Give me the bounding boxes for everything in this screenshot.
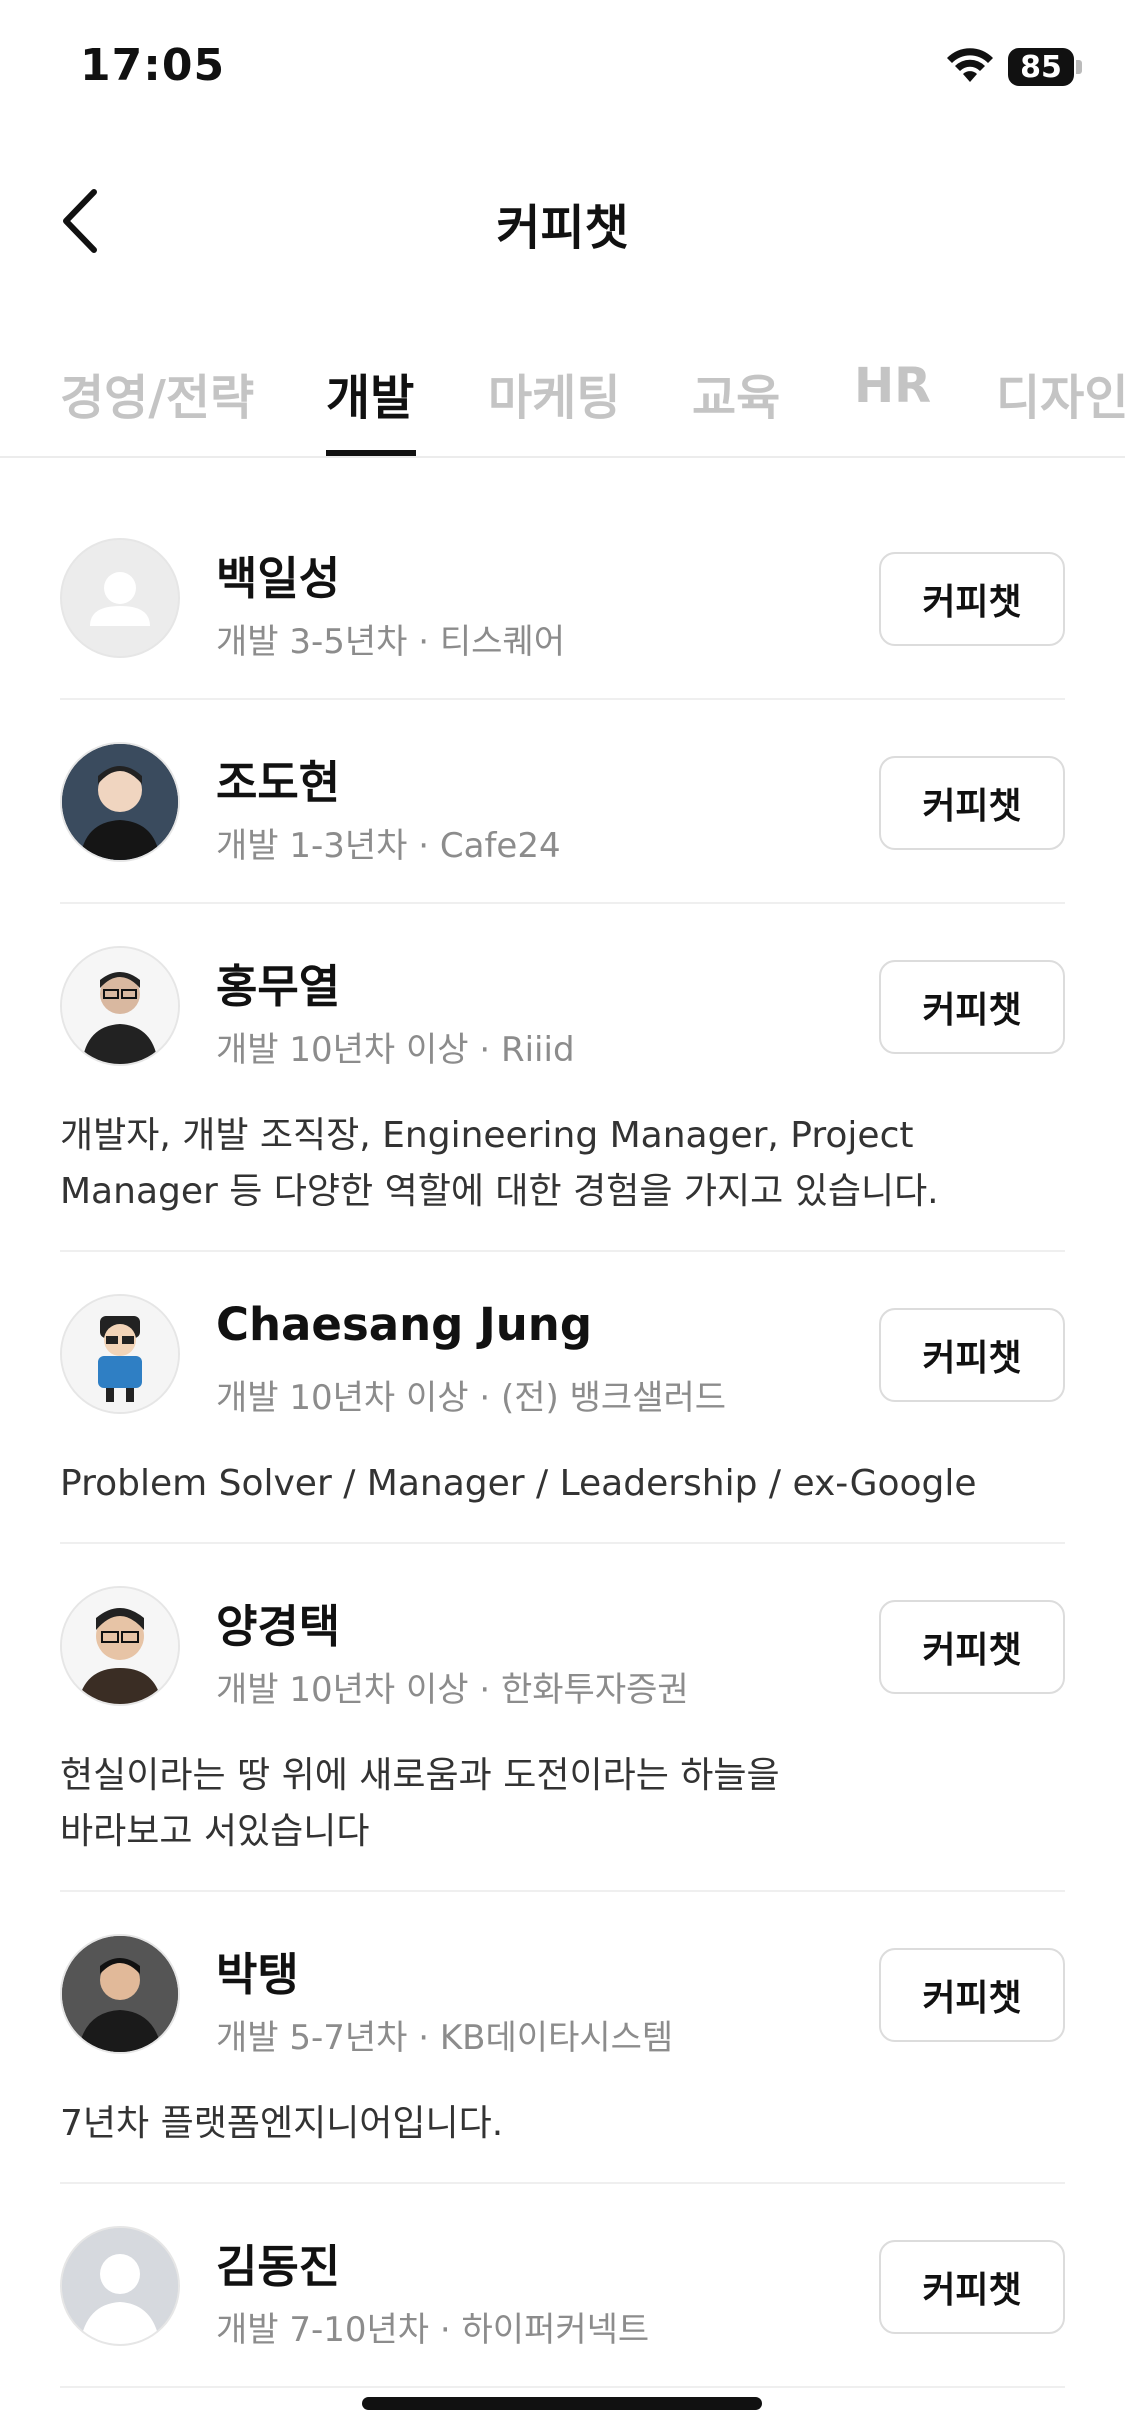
profile-photo-icon bbox=[62, 1936, 178, 2052]
default-avatar-icon bbox=[62, 2228, 178, 2344]
person-name: Chaesang Jung bbox=[216, 1298, 593, 1351]
avatar bbox=[60, 1294, 180, 1414]
person-name: 양경택 bbox=[216, 1600, 341, 1653]
battery-tip bbox=[1076, 60, 1082, 74]
person-description: 7년차 플랫폼엔지니어입니다. bbox=[60, 2096, 1065, 2152]
category-tabs: 경영/전략 개발 마케팅 교육 HR 디자인 bbox=[0, 340, 1125, 458]
nav-bar: 커피챗 bbox=[0, 150, 1125, 280]
list-item: 조도현 개발 1-3년차 · Cafe24 커피챗 bbox=[60, 700, 1065, 904]
page-title: 커피챗 bbox=[496, 200, 629, 256]
battery-icon: 85 bbox=[1008, 48, 1074, 86]
description-line: Problem Solver / Manager / Leadership / … bbox=[60, 1463, 977, 1504]
description-line: 현실이라는 땅 위에 새로움과 도전이라는 하늘을 bbox=[60, 1755, 780, 1796]
avatar bbox=[60, 946, 180, 1066]
avatar bbox=[60, 1934, 180, 2054]
coffee-chat-button[interactable]: 커피챗 bbox=[879, 552, 1065, 646]
default-avatar-icon bbox=[90, 572, 150, 626]
person-name: 백일성 bbox=[216, 552, 341, 605]
avatar bbox=[60, 1586, 180, 1706]
status-bar: 17:05 85 bbox=[0, 0, 1125, 140]
description-line: Manager 등 다양한 역할에 대한 경험을 가지고 있습니다. bbox=[60, 1171, 939, 1212]
list-item: 양경택 개발 10년차 이상 · 한화투자증권 커피챗 현실이라는 땅 위에 새… bbox=[60, 1544, 1065, 1892]
home-indicator bbox=[362, 2397, 762, 2410]
person-name: 박탱 bbox=[216, 1948, 299, 2001]
person-name: 홍무열 bbox=[216, 960, 341, 1013]
description-line: 개발자, 개발 조직장, Engineering Manager, Projec… bbox=[60, 1115, 914, 1156]
coffee-chat-button[interactable]: 커피챗 bbox=[879, 1600, 1065, 1694]
person-description: Problem Solver / Manager / Leadership / … bbox=[60, 1456, 1065, 1512]
person-meta: 개발 7-10년차 · 하이퍼커넥트 bbox=[216, 2310, 650, 2350]
person-name: 김동진 bbox=[216, 2240, 341, 2293]
person-meta: 개발 10년차 이상 · Riiid bbox=[216, 1030, 575, 1070]
list-item: 박탱 개발 5-7년차 · KB데이타시스템 커피챗 7년차 플랫폼엔지니어입니… bbox=[60, 1892, 1065, 2184]
avatar bbox=[60, 2226, 180, 2346]
list-item: 홍무열 개발 10년차 이상 · Riiid 커피챗 개발자, 개발 조직장, … bbox=[60, 904, 1065, 1252]
tab-education[interactable]: 교육 bbox=[692, 358, 780, 428]
tab-hr[interactable]: HR bbox=[854, 358, 931, 414]
list-item: 백일성 개발 3-5년차 · 티스퀘어 커피챗 bbox=[60, 458, 1065, 700]
person-meta: 개발 10년차 이상 · (전) 뱅크샐러드 bbox=[216, 1378, 726, 1418]
person-meta: 개발 3-5년차 · 티스퀘어 bbox=[216, 622, 566, 662]
battery-level: 85 bbox=[1020, 49, 1062, 85]
person-meta: 개발 5-7년차 · KB데이타시스템 bbox=[216, 2018, 674, 2058]
coffee-chat-button[interactable]: 커피챗 bbox=[879, 960, 1065, 1054]
profile-photo-icon bbox=[62, 1588, 178, 1704]
tab-design[interactable]: 디자인 bbox=[996, 358, 1125, 428]
coffee-chat-button[interactable]: 커피챗 bbox=[879, 2240, 1065, 2334]
list-item: 김동진 개발 7-10년차 · 하이퍼커넥트 커피챗 bbox=[60, 2184, 1065, 2388]
profile-photo-icon bbox=[62, 744, 178, 860]
avatar bbox=[60, 538, 180, 658]
avatar bbox=[60, 742, 180, 862]
person-description: 현실이라는 땅 위에 새로움과 도전이라는 하늘을 바라보고 서있습니다 bbox=[60, 1748, 1065, 1860]
person-meta: 개발 1-3년차 · Cafe24 bbox=[216, 826, 561, 866]
active-tab-indicator bbox=[326, 450, 416, 456]
tab-development[interactable]: 개발 bbox=[326, 358, 414, 428]
list-item: Chaesang Jung 개발 10년차 이상 · (전) 뱅크샐러드 커피챗… bbox=[60, 1252, 1065, 1544]
profile-photo-icon bbox=[62, 948, 178, 1064]
person-name: 조도현 bbox=[216, 756, 341, 809]
coffee-chat-button[interactable]: 커피챗 bbox=[879, 1308, 1065, 1402]
tab-strategy[interactable]: 경영/전략 bbox=[60, 358, 254, 428]
divider bbox=[60, 2386, 1065, 2388]
cartoon-avatar-icon bbox=[62, 1296, 178, 1412]
status-time: 17:05 bbox=[80, 40, 226, 91]
description-line: 바라보고 서있습니다 bbox=[60, 1811, 370, 1852]
coffee-chat-button[interactable]: 커피챗 bbox=[879, 756, 1065, 850]
wifi-icon bbox=[947, 48, 993, 82]
description-line: 7년차 플랫폼엔지니어입니다. bbox=[60, 2103, 504, 2144]
person-description: 개발자, 개발 조직장, Engineering Manager, Projec… bbox=[60, 1108, 1065, 1220]
tab-marketing[interactable]: 마케팅 bbox=[488, 358, 620, 428]
coffee-chat-button[interactable]: 커피챗 bbox=[879, 1948, 1065, 2042]
person-meta: 개발 10년차 이상 · 한화투자증권 bbox=[216, 1670, 689, 1710]
